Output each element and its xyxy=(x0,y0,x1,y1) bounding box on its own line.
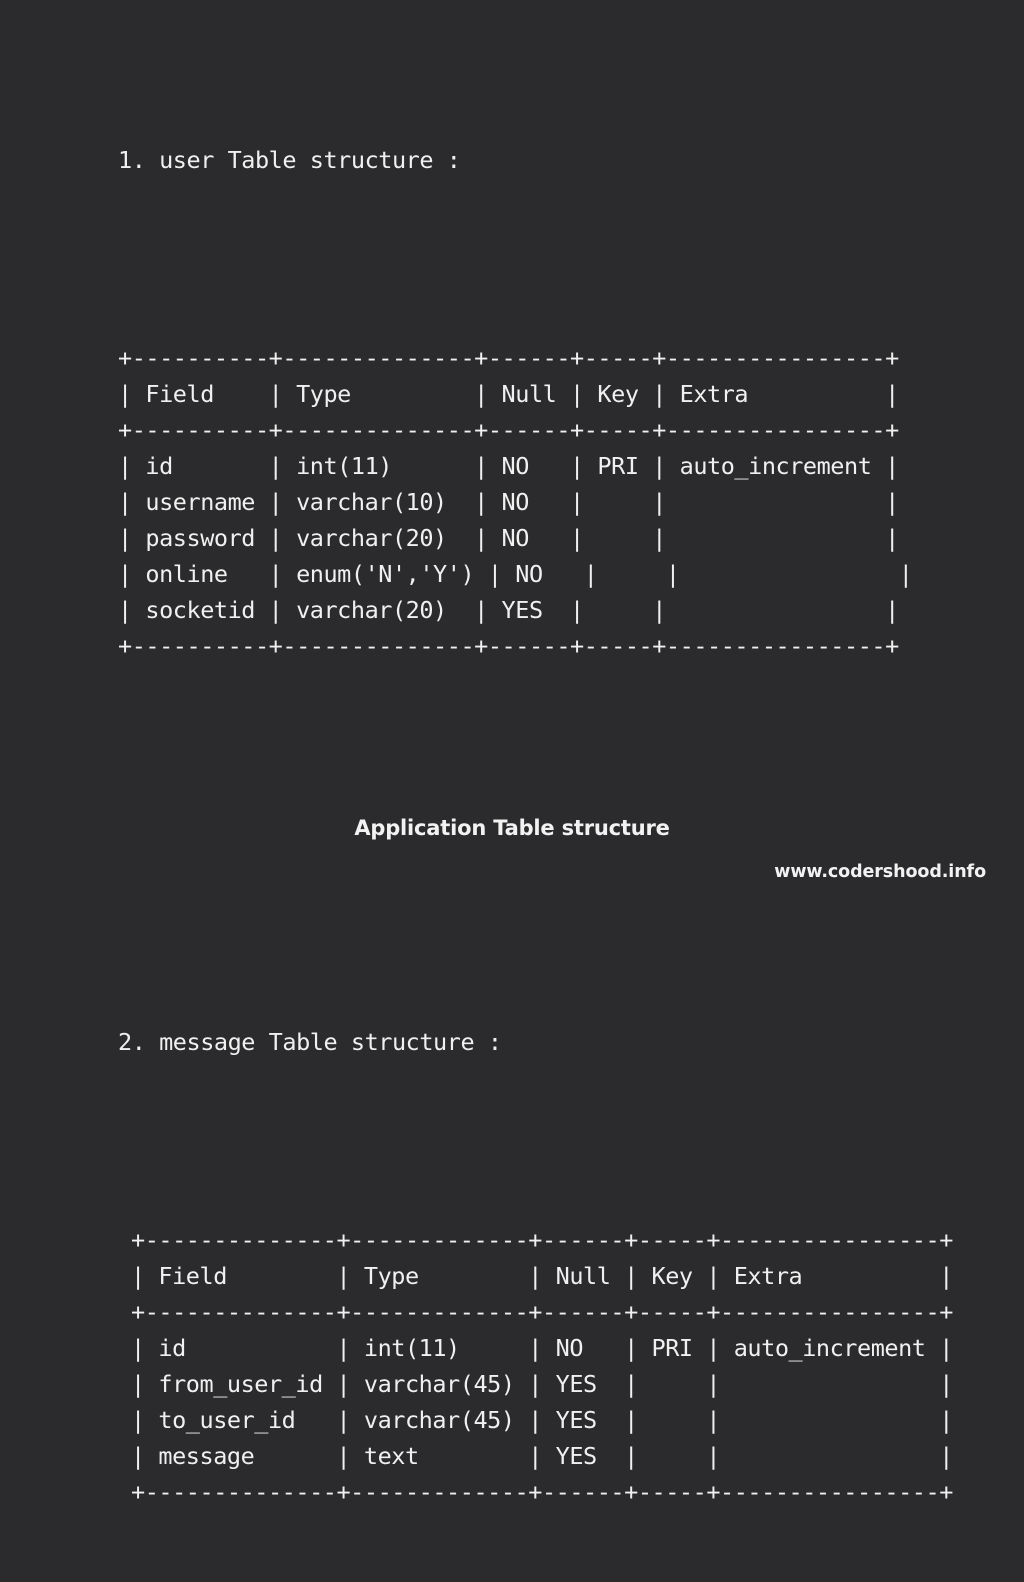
heading-gap-2 xyxy=(118,1132,953,1150)
ascii-table-console: 1. user Table structure : +----------+--… xyxy=(118,34,953,1582)
message-table-ascii: +--------------+-------------+------+---… xyxy=(131,1226,953,1506)
user-table-heading: 1. user Table structure : xyxy=(118,146,461,174)
heading-gap xyxy=(118,250,953,268)
message-table-heading: 2. message Table structure : xyxy=(118,1028,502,1056)
user-table-ascii: +----------+--------------+------+-----+… xyxy=(118,344,913,660)
figure-caption: Application Table structure xyxy=(354,816,670,840)
site-watermark: www.codershood.info xyxy=(774,862,986,882)
section-gap-2 xyxy=(118,880,953,916)
